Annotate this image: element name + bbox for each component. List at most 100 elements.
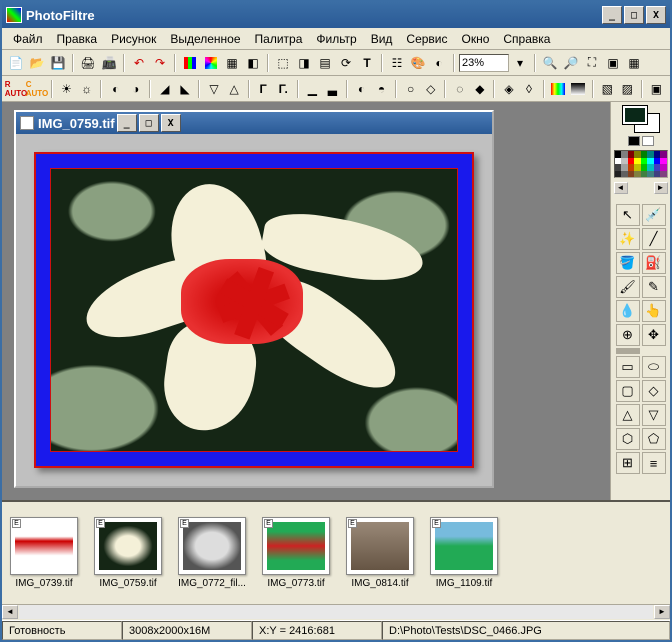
palette-color[interactable]	[660, 171, 667, 178]
contrast-up-icon[interactable]: ◑	[126, 79, 145, 99]
gamma2-icon[interactable]: Γ.	[274, 79, 293, 99]
tool-a-icon[interactable]: ⬚	[273, 53, 293, 73]
variation2-icon[interactable]: ◊	[519, 79, 538, 99]
fill-tool-icon[interactable]: 🪣	[616, 252, 640, 274]
swap-colors-icon[interactable]	[642, 136, 654, 146]
thumbnail-scrollbar[interactable]: ◄ ►	[2, 604, 670, 620]
new-icon[interactable]: 📄	[6, 53, 26, 73]
document-titlebar[interactable]: IMG_0759.tif _ □ X	[16, 112, 492, 134]
bright-up-icon[interactable]: ☼	[77, 79, 96, 99]
color-swatch[interactable]	[623, 106, 659, 132]
module-icon[interactable]: ▣	[647, 79, 666, 99]
grid-icon[interactable]: ▦	[222, 53, 242, 73]
menu-image[interactable]: Рисунок	[104, 30, 163, 48]
color-palette[interactable]	[614, 150, 668, 178]
menu-selection[interactable]: Выделенное	[163, 30, 247, 48]
tool-c-icon[interactable]: ▤	[315, 53, 335, 73]
minimize-button[interactable]: _	[602, 6, 622, 24]
print-icon[interactable]: 🖨	[78, 53, 98, 73]
line-tool-icon[interactable]: ╱	[642, 228, 666, 250]
extra2-icon[interactable]: ▨	[618, 79, 637, 99]
hist-up-icon[interactable]: ▃	[323, 79, 342, 99]
doc-close-button[interactable]: X	[161, 114, 181, 132]
palette-prev-icon[interactable]: ◄	[614, 182, 628, 194]
default-colors-icon[interactable]	[628, 136, 640, 146]
options-tool-icon[interactable]: ≡	[642, 452, 666, 474]
palette-next-icon[interactable]: ►	[654, 182, 668, 194]
text-icon[interactable]: T	[357, 53, 377, 73]
sat-down-icon[interactable]: ▽	[204, 79, 223, 99]
scan-icon[interactable]: 📠	[99, 53, 119, 73]
document-window[interactable]: IMG_0759.tif _ □ X	[14, 110, 494, 488]
brush-tool-icon[interactable]: 🖌	[616, 276, 640, 298]
wand-tool-icon[interactable]: ✨	[616, 228, 640, 250]
scroll-track[interactable]	[19, 605, 653, 619]
save-icon[interactable]: 💾	[48, 53, 68, 73]
contrast-down-icon[interactable]: ◐	[106, 79, 125, 99]
swap-icon[interactable]	[201, 53, 221, 73]
zoom-dropdown-icon[interactable]: ▾	[510, 53, 530, 73]
thumbnail[interactable]: EIMG_0739.tif	[10, 517, 78, 589]
menu-window[interactable]: Окно	[455, 30, 497, 48]
open-icon[interactable]: 📂	[27, 53, 47, 73]
doc-minimize-button[interactable]: _	[117, 114, 137, 132]
pencil-tool-icon[interactable]: ✎	[642, 276, 666, 298]
gamma-icon[interactable]: Γ	[254, 79, 273, 99]
triangle-down-icon[interactable]: ▽	[642, 404, 666, 426]
triangle-up-icon[interactable]: △	[616, 404, 640, 426]
effects-icon[interactable]: 🎨	[408, 53, 428, 73]
rect-select-icon[interactable]: ▭	[616, 356, 640, 378]
blur-icon[interactable]: ○	[401, 79, 420, 99]
preview-icon[interactable]: ◧	[243, 53, 263, 73]
ellipse-select-icon[interactable]: ⬭	[642, 356, 666, 378]
sharpen-icon[interactable]: ◇	[421, 79, 440, 99]
menu-view[interactable]: Вид	[364, 30, 400, 48]
thumbnail[interactable]: EIMG_0759.tif	[94, 517, 162, 589]
thumbnail[interactable]: EIMG_0772_fil...	[178, 517, 246, 589]
thumbs-icon[interactable]: ▦	[624, 53, 644, 73]
menu-palette[interactable]: Палитра	[248, 30, 310, 48]
thumbnail[interactable]: EIMG_1109.tif	[430, 517, 498, 589]
variation1-icon[interactable]: ◈	[499, 79, 518, 99]
grid-tool-icon[interactable]: ⊞	[616, 452, 640, 474]
hist-down-icon[interactable]: ▁	[303, 79, 322, 99]
thumbnail[interactable]: EIMG_0814.tif	[346, 517, 414, 589]
doc-maximize-button[interactable]: □	[139, 114, 159, 132]
fit-icon[interactable]: ⛶	[582, 53, 602, 73]
menu-edit[interactable]: Правка	[50, 30, 105, 48]
menu-help[interactable]: Справка	[496, 30, 557, 48]
foreground-color[interactable]	[623, 106, 647, 124]
zoom-input[interactable]	[459, 54, 509, 72]
smudge-tool-icon[interactable]: 👆	[642, 300, 666, 322]
scroll-left-icon[interactable]: ◄	[2, 605, 18, 619]
close-button[interactable]: X	[646, 6, 666, 24]
document-canvas[interactable]	[16, 134, 492, 486]
auto-red-icon[interactable]: RAUTO	[6, 79, 26, 99]
gamma-down-icon[interactable]: ◢	[155, 79, 174, 99]
workspace[interactable]: IMG_0759.tif _ □ X	[2, 102, 610, 500]
menu-file[interactable]: Файл	[6, 30, 50, 48]
extra1-icon[interactable]: ▧	[598, 79, 617, 99]
tool-d-icon[interactable]: ⟳	[336, 53, 356, 73]
diamond-icon[interactable]: ◇	[642, 380, 666, 402]
move-tool-icon[interactable]: ✥	[642, 324, 666, 346]
bright-down-icon[interactable]: ☀	[57, 79, 76, 99]
redo-icon[interactable]: ↷	[150, 53, 170, 73]
menu-filter[interactable]: Фильтр	[309, 30, 363, 48]
zoom-in-icon[interactable]: 🔍	[540, 53, 560, 73]
tool-b-icon[interactable]: ◨	[294, 53, 314, 73]
pointer-tool-icon[interactable]: ↖	[616, 204, 640, 226]
soften-icon[interactable]: ◌	[450, 79, 469, 99]
gray-icon[interactable]: ◐	[352, 79, 371, 99]
titlebar[interactable]: PhotoFiltre _ □ X	[2, 2, 670, 28]
zoom-out-icon[interactable]: 🔎	[561, 53, 581, 73]
maximize-button[interactable]: □	[624, 6, 644, 24]
spray-tool-icon[interactable]: ⛽	[642, 252, 666, 274]
colorize-icon[interactable]: ◐	[429, 53, 449, 73]
clone-tool-icon[interactable]: ⊕	[616, 324, 640, 346]
blur-tool-icon[interactable]: 💧	[616, 300, 640, 322]
harden-icon[interactable]: ◆	[470, 79, 489, 99]
hue-icon[interactable]	[569, 79, 588, 99]
gamma-up-icon[interactable]: ◣	[175, 79, 194, 99]
undo-icon[interactable]: ↶	[129, 53, 149, 73]
